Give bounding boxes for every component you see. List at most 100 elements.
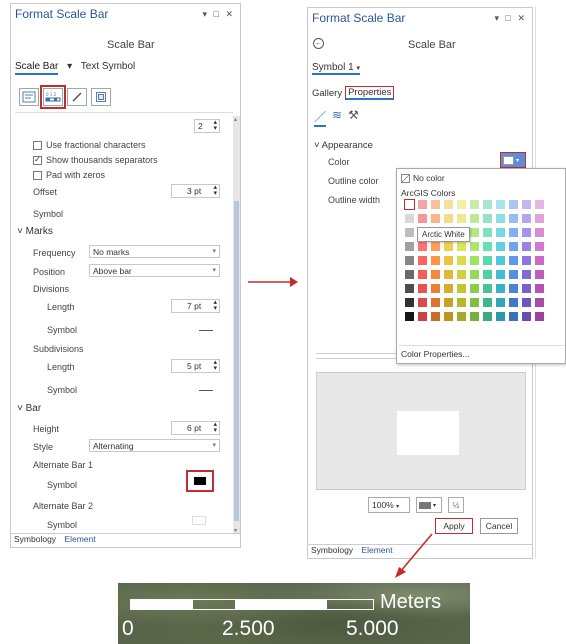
color-swatch[interactable] [483,298,492,307]
color-swatch[interactable] [431,312,440,321]
color-swatch[interactable] [535,242,544,251]
color-swatch[interactable] [405,298,414,307]
color-swatch[interactable] [418,214,427,223]
color-swatch[interactable] [509,284,518,293]
color-swatch[interactable] [418,284,427,293]
toggle-grid-button[interactable]: ½ [448,497,464,513]
color-swatch[interactable] [483,200,492,209]
spinner-icon[interactable]: ▴ ▾ [213,119,217,132]
color-swatch[interactable] [496,298,505,307]
color-swatch[interactable] [535,284,544,293]
color-swatch[interactable] [509,200,518,209]
symbol-layer-dropdown[interactable]: Symbol 1 ▾ [312,62,360,75]
color-swatch[interactable] [509,270,518,279]
color-swatch[interactable] [509,214,518,223]
sub-length-field[interactable]: 5 pt ▴ ▾ [171,359,220,373]
color-swatch[interactable] [405,284,414,293]
color-swatch[interactable] [457,298,466,307]
div-symbol-preview[interactable] [199,330,213,331]
color-swatch[interactable] [444,298,453,307]
color-swatch[interactable] [522,298,531,307]
color-swatch[interactable] [496,312,505,321]
color-swatch[interactable] [418,270,427,279]
color-swatch[interactable] [418,256,427,265]
color-swatch[interactable] [444,200,453,209]
color-swatch[interactable] [418,312,427,321]
color-swatch[interactable] [405,270,414,279]
spinner-icon[interactable]: ▴ ▾ [213,299,217,312]
color-swatch[interactable] [535,256,544,265]
color-swatch[interactable] [444,270,453,279]
color-swatch[interactable] [405,214,414,223]
color-swatch[interactable] [535,298,544,307]
color-swatch[interactable] [535,312,544,321]
text-format-icon[interactable] [19,88,39,106]
brush-icon[interactable]: ／ [314,108,327,127]
color-swatch[interactable] [509,228,518,237]
pencil-icon[interactable] [67,88,87,106]
color-swatch[interactable] [483,270,492,279]
tab-dropdown-icon[interactable]: ▾ [67,61,72,72]
color-swatch[interactable] [405,228,414,237]
spinner-icon[interactable]: ▴ ▾ [213,184,217,197]
scroll-thumb[interactable] [234,201,239,521]
color-swatch[interactable] [470,256,479,265]
tab-symbology[interactable]: Symbology [14,534,56,544]
tab-element[interactable]: Element [361,545,392,555]
apply-button[interactable]: Apply [435,518,473,534]
style-dropdown[interactable]: Alternating ▾ [89,439,220,452]
color-swatch[interactable] [483,284,492,293]
color-swatch[interactable] [470,270,479,279]
color-swatch[interactable] [457,256,466,265]
color-swatch[interactable] [444,214,453,223]
color-swatch[interactable] [496,270,505,279]
arctic-white-swatch[interactable] [404,199,415,210]
color-picker-button[interactable]: ▾ [500,152,526,168]
color-swatch[interactable] [431,270,440,279]
window-controls[interactable]: ▾ □ ✕ [495,13,528,24]
color-swatch[interactable] [535,214,544,223]
marks-header[interactable]: ˅ Marks [17,226,53,237]
bar-header[interactable]: ˅ Bar [17,403,41,414]
color-swatch[interactable] [522,312,531,321]
color-swatch[interactable] [535,200,544,209]
color-swatch[interactable] [509,242,518,251]
color-swatch[interactable] [496,242,505,251]
color-swatch[interactable] [444,284,453,293]
color-swatch[interactable] [431,242,440,251]
color-swatch[interactable] [418,200,427,209]
tab-gallery[interactable]: Gallery [312,88,342,99]
div-length-field[interactable]: 7 pt ▴ ▾ [171,299,220,313]
pad-zeros-row[interactable]: Pad with zeros [33,170,105,180]
tab-text-symbol[interactable]: Text Symbol [81,61,135,72]
show-thousands-row[interactable]: ✓ Show thousands separators [33,155,158,165]
color-swatch[interactable] [470,214,479,223]
color-swatch[interactable] [470,242,479,251]
appearance-header[interactable]: ˅ Appearance [314,140,373,151]
color-swatch[interactable] [431,298,440,307]
color-swatch[interactable] [509,312,518,321]
color-swatch[interactable] [457,200,466,209]
use-fractional-row[interactable]: Use fractional characters [33,140,146,150]
spinner-icon[interactable]: ▴ ▾ [213,421,217,434]
color-swatch[interactable] [535,228,544,237]
color-swatch[interactable] [470,200,479,209]
tab-symbology[interactable]: Symbology [311,545,353,555]
tab-element[interactable]: Element [64,534,95,544]
color-swatch[interactable] [522,284,531,293]
back-icon[interactable]: ← [313,38,324,49]
color-swatch[interactable] [457,214,466,223]
offset-field[interactable]: 3 pt ▴ ▾ [171,184,220,198]
frame-icon[interactable] [91,88,111,106]
color-swatch[interactable] [405,312,414,321]
color-swatch[interactable] [522,200,531,209]
decimal-places-field[interactable]: 2 ▴ ▾ [194,119,220,133]
color-swatch[interactable] [522,270,531,279]
color-swatch[interactable] [496,284,505,293]
color-swatch[interactable] [483,214,492,223]
color-swatch[interactable] [509,298,518,307]
color-swatch[interactable] [535,270,544,279]
layers-icon[interactable]: ≋ [332,108,342,127]
color-swatch[interactable] [496,256,505,265]
color-swatch[interactable] [431,200,440,209]
